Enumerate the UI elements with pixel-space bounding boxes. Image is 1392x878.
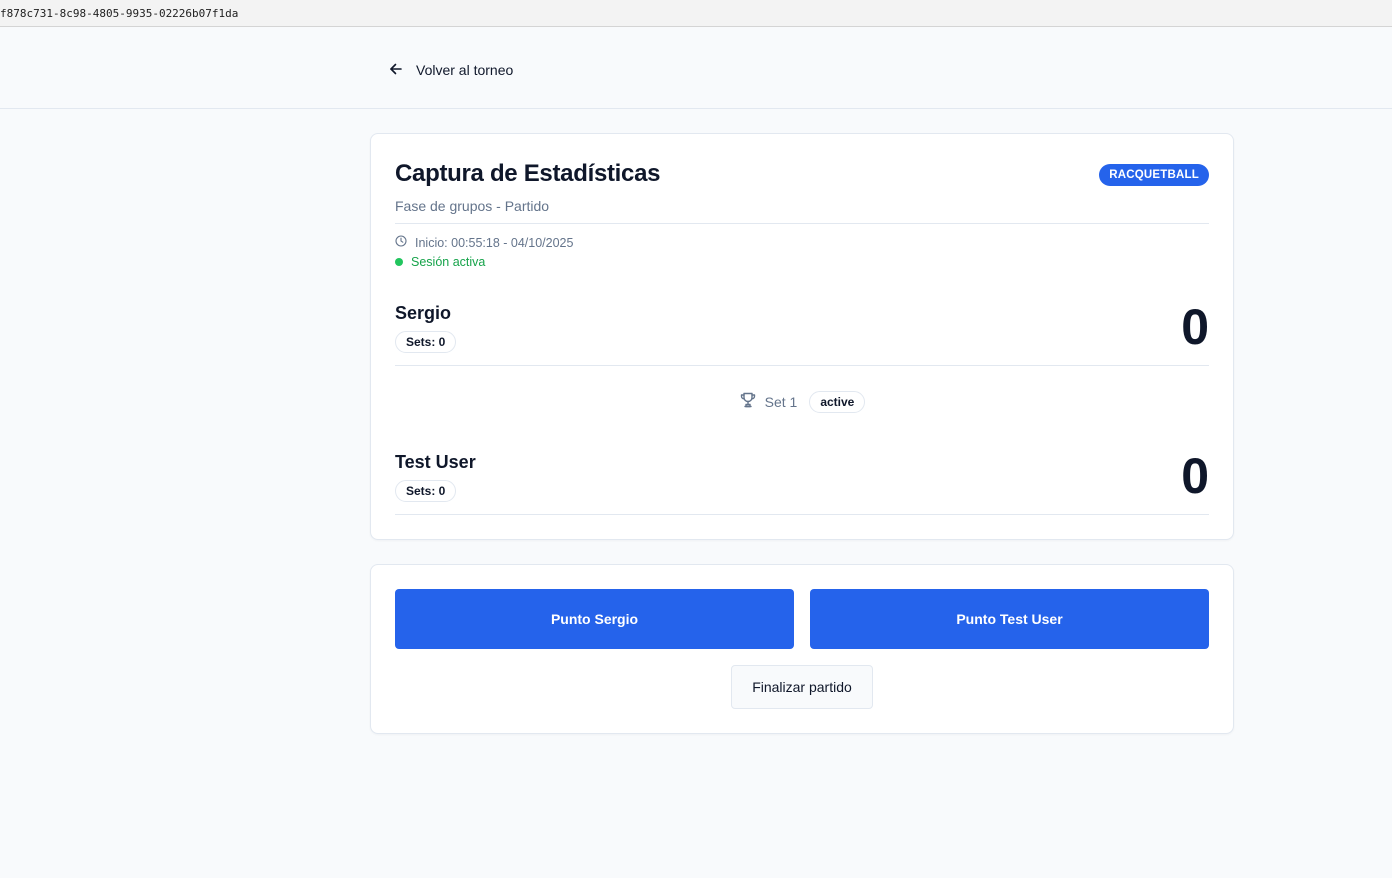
page-title: Captura de Estadísticas xyxy=(395,160,661,187)
sets-badge: Sets: 0 xyxy=(395,331,457,353)
start-time-text: Inicio: 00:55:18 - 04/10/2025 xyxy=(415,235,574,250)
back-link-label: Volver al torneo xyxy=(416,62,514,78)
player-name: Test User xyxy=(395,452,476,472)
start-time-row: Inicio: 00:55:18 - 04/10/2025 xyxy=(395,235,573,250)
clock-icon xyxy=(395,235,407,250)
point-player-b-button[interactable]: Punto Test User xyxy=(810,589,1209,649)
player-name: Sergio xyxy=(395,303,452,323)
arrow-left-icon xyxy=(388,61,404,80)
match-stats-card: Captura de Estadísticas RACQUETBALL Fase… xyxy=(370,133,1234,540)
sport-badge: RACQUETBALL xyxy=(1099,164,1209,186)
player-divider xyxy=(395,365,1209,366)
set-label: Set 1 xyxy=(764,394,798,410)
top-nav: Volver al torneo xyxy=(0,27,1392,109)
player-score: 0 xyxy=(1181,299,1209,355)
trophy-icon xyxy=(739,391,757,414)
session-status-text: Sesión activa xyxy=(411,255,486,269)
current-set-row: Set 1 active xyxy=(371,390,1233,414)
match-subtitle: Fase de grupos - Partido xyxy=(395,198,550,214)
set-status-badge: active xyxy=(809,391,866,413)
finish-match-button[interactable]: Finalizar partido xyxy=(731,665,873,709)
header-divider xyxy=(395,223,1209,224)
url-text: f878c731-8c98-4805-9935-02226b07f1da xyxy=(0,7,239,20)
session-status-row: Sesión activa xyxy=(395,255,485,269)
point-player-a-button[interactable]: Punto Sergio xyxy=(395,589,794,649)
address-bar[interactable]: f878c731-8c98-4805-9935-02226b07f1da xyxy=(0,0,1392,27)
player-score: 0 xyxy=(1181,448,1209,504)
sets-badge: Sets: 0 xyxy=(395,480,457,502)
player-divider xyxy=(395,514,1209,515)
back-to-tournament-link[interactable]: Volver al torneo xyxy=(384,57,517,83)
match-actions-card: Punto Sergio Punto Test User Finalizar p… xyxy=(370,564,1234,734)
status-dot-icon xyxy=(395,258,403,266)
